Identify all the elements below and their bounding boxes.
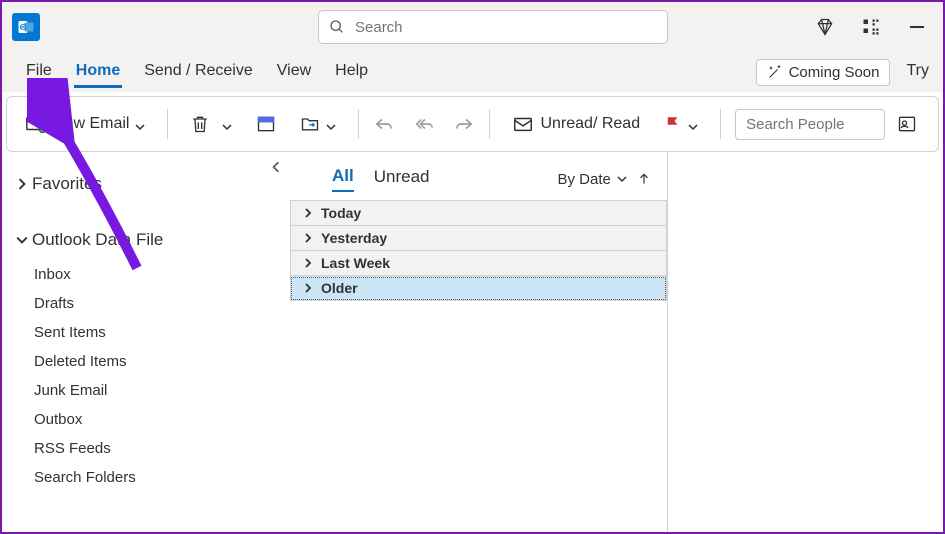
chevron-right-icon (303, 208, 313, 218)
main-area: Favorites Outlook Data File Inbox Drafts… (2, 152, 943, 532)
move-folder-icon (300, 114, 320, 134)
premium-diamond-icon[interactable] (815, 17, 835, 37)
folder-rss-feeds[interactable]: RSS Feeds (2, 434, 290, 463)
filter-unread[interactable]: Unread (374, 167, 430, 191)
data-file-label: Outlook Data File (32, 230, 163, 250)
title-bar (2, 2, 943, 52)
address-book-button[interactable] (893, 108, 921, 140)
separator (489, 109, 490, 139)
new-email-label: New Email (53, 115, 129, 133)
chevron-right-icon (303, 233, 313, 243)
folder-sent-items[interactable]: Sent Items (2, 318, 290, 347)
new-email-button[interactable]: New Email (17, 107, 153, 141)
coming-soon-label: Coming Soon (789, 64, 880, 81)
ribbon-tabs: File Home Send / Receive View Help Comin… (2, 52, 943, 92)
ribbon-toolbar: New Email Unread/ Read (6, 96, 939, 152)
outlook-app-icon (12, 13, 40, 41)
flag-icon (664, 115, 682, 133)
tab-help[interactable]: Help (325, 56, 378, 88)
folder-junk-email[interactable]: Junk Email (2, 376, 290, 405)
contact-card-icon (897, 114, 917, 134)
archive-button[interactable] (248, 108, 284, 140)
filter-all[interactable]: All (332, 166, 354, 192)
envelope-icon (512, 113, 534, 135)
forward-icon[interactable] (453, 113, 475, 135)
reply-all-icon[interactable] (413, 113, 435, 135)
move-button[interactable] (292, 108, 344, 140)
group-last-week[interactable]: Last Week (290, 251, 667, 276)
group-label: Older (321, 280, 358, 296)
minimize-button[interactable] (907, 17, 927, 37)
delete-button[interactable] (182, 108, 240, 140)
separator (358, 109, 359, 139)
try-button[interactable]: Try (896, 56, 929, 88)
search-people-input[interactable] (735, 109, 885, 140)
folder-inbox[interactable]: Inbox (2, 260, 290, 289)
global-search-input[interactable] (353, 18, 657, 37)
global-search[interactable] (318, 10, 668, 44)
favorites-section[interactable]: Favorites (2, 170, 290, 198)
tab-send-receive[interactable]: Send / Receive (134, 56, 263, 88)
separator (720, 109, 721, 139)
group-label: Last Week (321, 255, 390, 271)
folder-outbox[interactable]: Outbox (2, 405, 290, 434)
favorites-label: Favorites (32, 174, 102, 194)
tab-home[interactable]: Home (66, 56, 130, 88)
chevron-down-icon (16, 234, 28, 246)
separator (167, 109, 168, 139)
folder-nav-pane: Favorites Outlook Data File Inbox Drafts… (2, 152, 290, 532)
chevron-right-icon (16, 178, 28, 190)
chevron-right-icon (303, 283, 313, 293)
chevron-right-icon (303, 258, 313, 268)
group-label: Yesterday (321, 230, 387, 246)
flag-button[interactable] (656, 109, 706, 139)
tab-view[interactable]: View (267, 56, 321, 88)
chevron-down-icon[interactable] (135, 119, 145, 129)
sort-by-date[interactable]: By Date (557, 171, 627, 188)
trash-icon (190, 114, 210, 134)
qr-grid-icon[interactable] (861, 17, 881, 37)
group-today[interactable]: Today (290, 200, 667, 226)
chevron-down-icon[interactable] (326, 119, 336, 129)
reply-icon[interactable] (373, 113, 395, 135)
reading-pane (668, 152, 943, 532)
search-icon (329, 19, 345, 35)
date-groups: Today Yesterday Last Week Older (290, 200, 667, 301)
folder-drafts[interactable]: Drafts (2, 289, 290, 318)
list-header: All Unread By Date (290, 162, 667, 200)
folder-list: Inbox Drafts Sent Items Deleted Items Ju… (2, 260, 290, 492)
sort-ascending-icon[interactable] (637, 172, 651, 186)
group-older[interactable]: Older (290, 276, 667, 301)
message-list-pane: All Unread By Date Today Yesterday (290, 152, 668, 532)
archive-icon (256, 114, 276, 134)
wand-icon (767, 64, 783, 80)
unread-read-button[interactable]: Unread/ Read (504, 107, 648, 141)
group-label: Today (321, 205, 361, 221)
coming-soon-button[interactable]: Coming Soon (756, 59, 891, 86)
folder-search-folders[interactable]: Search Folders (2, 463, 290, 492)
new-email-icon (25, 113, 47, 135)
chevron-down-icon[interactable] (688, 119, 698, 129)
tab-file[interactable]: File (16, 56, 62, 88)
data-file-section[interactable]: Outlook Data File (2, 226, 290, 254)
unread-read-label: Unread/ Read (540, 115, 640, 133)
group-yesterday[interactable]: Yesterday (290, 226, 667, 251)
collapse-nav-icon[interactable] (270, 160, 282, 176)
folder-deleted-items[interactable]: Deleted Items (2, 347, 290, 376)
chevron-down-icon[interactable] (222, 119, 232, 129)
